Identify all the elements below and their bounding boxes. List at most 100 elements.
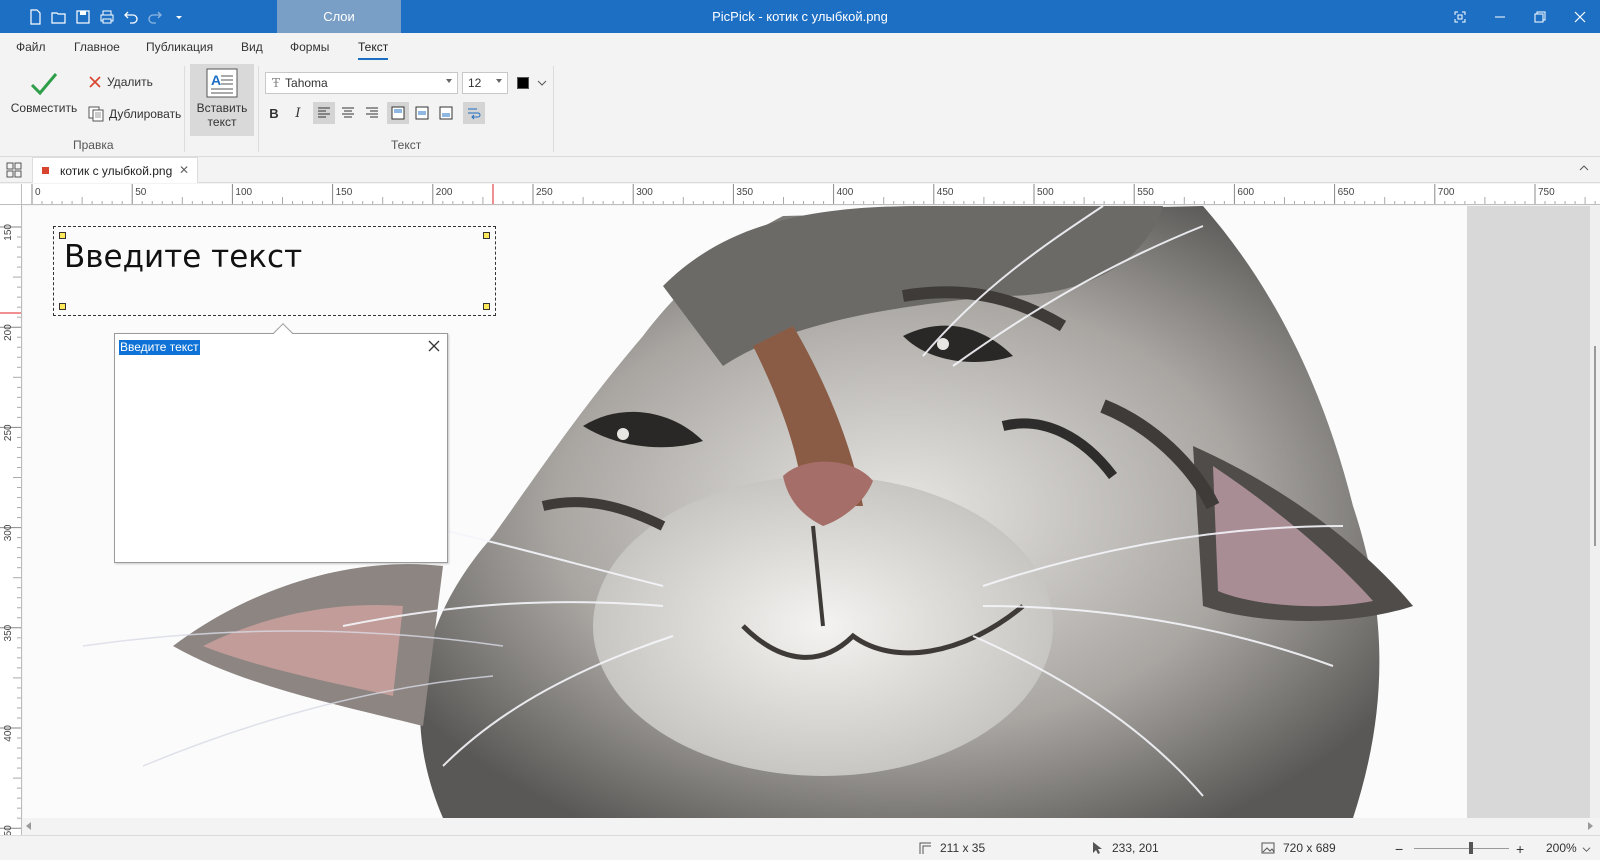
zoom-out-button[interactable]: − [1395, 841, 1403, 857]
ruler-label: 200 [436, 187, 453, 198]
ruler-label: 700 [1438, 187, 1455, 198]
zoom-level[interactable]: 200% [1546, 841, 1577, 855]
duplicate-label: Дублировать [109, 107, 182, 121]
tab-publish[interactable]: Публикация [146, 40, 213, 54]
tab-home[interactable]: Главное [74, 40, 120, 54]
close-editor-icon[interactable] [427, 339, 441, 353]
insert-text-button[interactable]: A Вставить текст [190, 64, 254, 136]
customize-qat-icon[interactable] [170, 8, 188, 26]
restore-icon[interactable] [1520, 0, 1560, 33]
horizontal-ruler: 0 50 100 150 200 250 300 350 400 450 500 550 600 650 7… [22, 184, 1600, 205]
delete-button[interactable]: Удалить [88, 75, 153, 89]
tab-text[interactable]: Текст [358, 40, 389, 60]
ribbon-separator [553, 66, 554, 152]
ruler-label: 150 [3, 224, 14, 241]
italic-button[interactable]: I [287, 102, 309, 124]
ruler-label: 50 [135, 187, 147, 198]
bold-button[interactable]: B [263, 102, 285, 124]
horizontal-ruler-ticks: 0 50 100 150 200 250 300 350 400 450 500 550 600 650 7… [31, 184, 1596, 204]
word-wrap-button[interactable] [463, 102, 485, 124]
svg-text:A: A [211, 72, 221, 88]
text-group-label: Текст [391, 138, 422, 152]
ruler-label: 400 [837, 187, 854, 198]
status-bar: 211 x 35 233, 201 720 x 689 − + 200% [0, 835, 1600, 860]
ruler-label: 300 [3, 524, 14, 541]
zoom-slider-thumb[interactable] [1469, 842, 1473, 854]
valign-middle-icon [415, 106, 429, 120]
checkmark-icon [30, 73, 58, 96]
align-left-icon [318, 107, 330, 118]
grid-view-icon[interactable] [4, 161, 24, 179]
new-file-icon[interactable] [26, 8, 44, 26]
delete-x-icon [89, 76, 101, 88]
tab-view[interactable]: Вид [241, 40, 263, 54]
zoom-in-button[interactable]: + [1516, 841, 1524, 857]
text-object-content: Введите текст [64, 239, 303, 275]
font-family-value: Tahoma [285, 76, 328, 90]
align-right-button[interactable] [361, 102, 383, 124]
canvas-area[interactable]: Введите текст Введите текст [23, 206, 1600, 818]
ruler-label: 650 [1338, 187, 1355, 198]
resize-handle[interactable] [59, 232, 66, 239]
collapse-ribbon-icon[interactable] [1578, 162, 1590, 174]
ruler-label: 400 [3, 725, 14, 742]
word-wrap-icon [468, 108, 481, 120]
font-type-icon: Ŧ [272, 76, 281, 90]
merge-button[interactable]: Совместить [10, 69, 78, 115]
cursor-icon [1093, 842, 1102, 854]
horizontal-scrollbar[interactable] [22, 818, 1600, 833]
text-editor-selection[interactable]: Введите текст [119, 340, 200, 355]
close-icon[interactable] [1560, 0, 1600, 33]
ribbon: Совместить Удалить Дублировать Правка A … [0, 61, 1600, 157]
vertical-scrollbar[interactable] [1590, 206, 1600, 818]
insert-text-label-1: Вставить [196, 101, 248, 115]
resize-handle[interactable] [59, 303, 66, 310]
font-size-select[interactable]: 12 [462, 72, 508, 94]
fullscreen-icon[interactable] [1440, 0, 1480, 33]
ruler-label: 350 [736, 187, 753, 198]
tab-file[interactable]: Файл [16, 40, 46, 54]
ruler-label: 250 [536, 187, 553, 198]
tab-shapes[interactable]: Формы [290, 40, 329, 54]
merge-label: Совместить [10, 101, 78, 115]
ruler-label: 450 [937, 187, 954, 198]
document-tab[interactable]: котик с улыбкой.png ✕ [32, 157, 198, 183]
window-title: PicPick - котик с улыбкой.png [712, 9, 888, 24]
text-object[interactable]: Введите текст [53, 226, 496, 316]
cursor-position-value: 233, 201 [1112, 841, 1159, 855]
minimize-icon[interactable] [1480, 0, 1520, 33]
undo-icon[interactable] [122, 8, 140, 26]
ruler-label: 150 [336, 187, 353, 198]
align-center-button[interactable] [337, 102, 359, 124]
quick-access-toolbar [26, 0, 188, 33]
ruler-label: 200 [3, 324, 14, 341]
zoom-slider-track[interactable] [1414, 848, 1509, 849]
text-color-button[interactable] [512, 72, 534, 94]
valign-bottom-button[interactable] [435, 102, 457, 124]
zoom-dropdown-icon[interactable] [1582, 845, 1591, 854]
redo-icon[interactable] [146, 8, 164, 26]
text-color-swatch [517, 77, 529, 89]
ruler-label: 250 [3, 424, 14, 441]
font-size-value: 12 [468, 76, 482, 90]
valign-middle-button[interactable] [411, 102, 433, 124]
font-family-select[interactable]: Ŧ Tahoma [265, 72, 458, 94]
open-folder-icon[interactable] [50, 8, 68, 26]
text-editor-popup[interactable]: Введите текст [114, 323, 448, 563]
duplicate-button[interactable]: Дублировать [88, 106, 181, 122]
ruler-label: 300 [636, 187, 653, 198]
selection-size-value: 211 x 35 [940, 841, 986, 855]
scrollbar-thumb[interactable] [1594, 346, 1596, 546]
save-icon[interactable] [74, 8, 92, 26]
document-tab-label: котик с улыбкой.png [60, 163, 173, 178]
cursor-position-indicator: 233, 201 [1090, 841, 1159, 855]
close-tab-icon[interactable]: ✕ [179, 163, 189, 177]
layers-tab[interactable]: Слои [277, 0, 401, 33]
resize-handle[interactable] [483, 303, 490, 310]
chevron-down-icon [496, 79, 502, 83]
align-left-button[interactable] [313, 102, 335, 124]
resize-handle[interactable] [483, 232, 490, 239]
text-color-dropdown[interactable] [534, 72, 550, 94]
valign-top-button[interactable] [387, 102, 409, 124]
print-icon[interactable] [98, 8, 116, 26]
